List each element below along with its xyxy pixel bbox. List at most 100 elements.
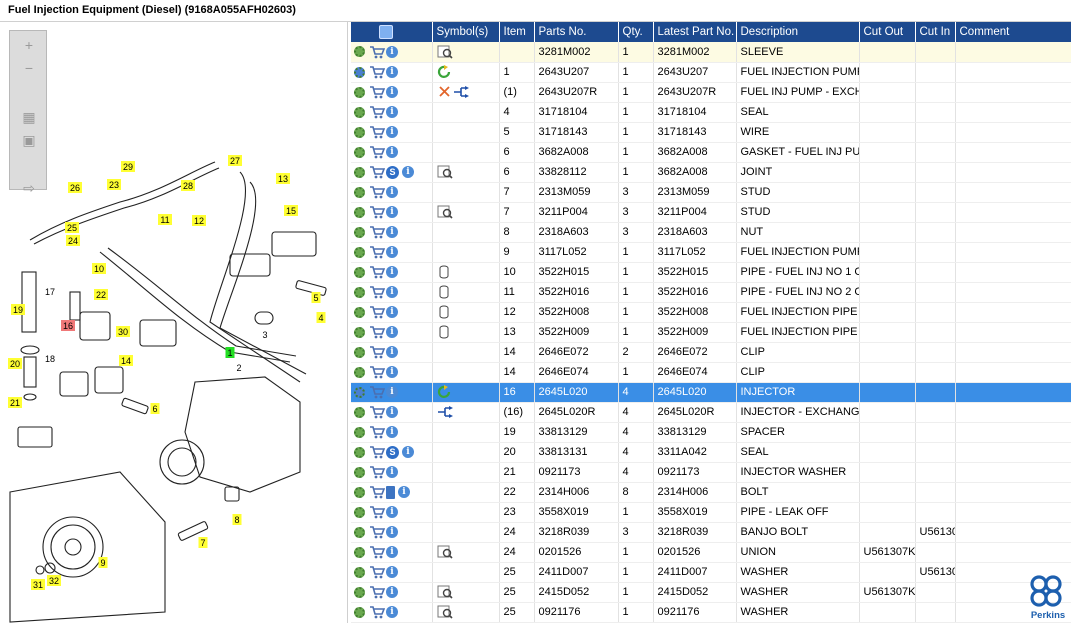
column-header[interactable]: Latest Part No. [653,22,737,42]
gear-icon[interactable] [354,106,365,118]
table-row[interactable]: Si 20 33813131 4 3311A042 SEAL [351,442,1071,463]
gear-icon[interactable] [354,406,365,418]
cart-icon[interactable] [369,185,386,199]
callout-4[interactable]: 4 [316,312,326,323]
info-icon[interactable]: i [386,346,398,358]
callout-31[interactable]: 31 [31,579,45,590]
zoom-out-button[interactable]: − [19,58,39,78]
column-header-actions[interactable] [351,22,433,42]
table-row[interactable]: i 3281M002 1 3281M002 SLEEVE [351,42,1071,63]
table-row[interactable]: i 11 3522H016 1 3522H016 PIPE - FUEL INJ NO 2… [351,282,1071,303]
table-row[interactable]: i 12 3522H008 1 3522H008 FUEL INJECTION PIPE [351,302,1071,323]
info-icon[interactable]: i [398,486,410,498]
gear-icon[interactable] [354,246,365,258]
gear-icon[interactable] [354,606,365,618]
callout-5[interactable]: 5 [311,292,321,303]
callout-7[interactable]: 7 [198,537,208,548]
info-icon[interactable]: i [386,586,398,598]
fit-page-button[interactable]: ▦ [19,107,39,127]
cart-icon[interactable] [369,585,386,599]
info-icon[interactable]: i [386,146,398,158]
info-icon[interactable]: i [386,226,398,238]
callout-19[interactable]: 19 [11,304,25,315]
table-row[interactable]: i (1) 2643U207R 1 2643U207R FUEL INJ PUMP - E… [351,82,1071,103]
callout-14[interactable]: 14 [119,355,133,366]
callout-18[interactable]: 18 [45,354,55,364]
table-row[interactable]: i 7 2313M059 3 2313M059 STUD [351,182,1071,203]
gear-icon[interactable] [354,146,365,158]
diagram-pane[interactable]: 29 27 13 26 23 28 12 25 11 24 15 10 22 17 19 16 30 5 4 1 3 2 1… [0,22,348,623]
info-icon[interactable]: i [386,45,398,58]
info-icon[interactable]: i [386,466,398,478]
gear-icon[interactable] [354,466,365,478]
info-icon[interactable]: i [386,546,398,558]
gear-icon[interactable] [354,286,365,298]
info-icon[interactable]: i [386,506,398,518]
callout-24[interactable]: 24 [66,235,80,246]
callout-12[interactable]: 12 [192,215,206,226]
cylinder-icon[interactable] [437,305,453,319]
info-icon[interactable]: i [386,326,398,338]
cart-icon[interactable] [369,145,386,159]
cart-icon[interactable] [369,125,386,139]
gears-icon[interactable] [354,386,365,398]
cart-icon[interactable] [369,45,386,59]
column-header[interactable]: Symbol(s) [432,22,500,42]
gear-icon[interactable] [354,506,365,518]
exploded-parts-drawing[interactable]: 29271326 23 281225112415102217191630541321… [0,22,348,623]
info-icon[interactable]: i [386,426,398,438]
cart-icon[interactable] [369,305,386,319]
callout-29[interactable]: 29 [121,161,135,172]
cart-icon[interactable] [369,465,386,479]
export-button[interactable]: ⇨ [19,178,39,198]
callout-10[interactable]: 10 [92,263,106,274]
table-row[interactable]: i 24 0201526 1 0201526 UNION U561307K [351,542,1071,563]
zoom-in-button[interactable]: + [19,35,39,55]
view-icon[interactable] [437,45,453,59]
cart-icon[interactable] [369,405,386,419]
gear-icon[interactable] [354,166,365,178]
callout-26[interactable]: 26 [68,182,82,193]
callout-30[interactable]: 30 [116,326,130,337]
cart-icon[interactable] [369,245,386,259]
gear-icon[interactable] [354,206,365,218]
callout-9[interactable]: 9 [98,557,108,568]
table-row[interactable]: i 19 33813129 4 33813129 SPACER [351,422,1071,443]
callout-11[interactable]: 11 [158,214,172,225]
info-icon[interactable]: i [386,366,398,378]
cart-icon[interactable] [369,485,386,499]
info-icon[interactable]: i [386,606,398,618]
table-row[interactable]: i 1 2643U207 1 2643U207 FUEL INJECTION PUMP [351,62,1071,83]
table-row[interactable]: i 14 2646E074 1 2646E074 CLIP [351,362,1071,383]
cart-icon[interactable] [369,285,386,299]
info-icon[interactable]: i [386,406,398,418]
cart-icon[interactable] [369,425,386,439]
table-row[interactable]: i 25 2415D052 1 2415D052 WASHER U561307K [351,582,1071,603]
callout-17[interactable]: 17 [45,287,55,297]
table-row[interactable]: i 25 2411D007 1 2411D007 WASHER U56130 [351,562,1071,583]
table-row[interactable]: i 5 31718143 1 31718143 WIRE [351,122,1071,143]
gear-icon[interactable] [354,566,365,578]
cart-icon[interactable] [369,525,386,539]
view-icon[interactable] [437,585,453,599]
gear-icon[interactable] [354,186,365,198]
column-header[interactable]: Cut In [915,22,956,42]
cart-icon[interactable] [369,205,386,219]
info-icon[interactable]: i [386,66,398,78]
table-row[interactable]: i 21 0921173 4 0921173 INJECTOR WASHER [351,462,1071,483]
callout-1[interactable]: 1 [225,347,235,358]
search-icon[interactable] [379,25,393,39]
cylinder-icon[interactable] [437,285,453,299]
table-row[interactable]: i 7 3211P004 3 3211P004 STUD [351,202,1071,223]
cart-icon[interactable] [369,325,386,339]
s-icon[interactable]: S [386,445,399,459]
column-header[interactable]: Parts No. [534,22,619,42]
info-icon[interactable]: i [386,566,398,578]
info-icon[interactable]: i [386,206,398,218]
callout-20[interactable]: 20 [8,358,22,369]
table-row[interactable]: i93117L05213117L052FUEL INJECTION PUMP G [351,242,1071,263]
table-row[interactable]: i 10 3522H015 1 3522H015 PIPE - FUEL INJ NO 1… [351,262,1071,283]
exchange-icon[interactable] [437,405,455,419]
info-icon[interactable]: i [386,246,398,258]
callout-21[interactable]: 21 [8,397,22,408]
